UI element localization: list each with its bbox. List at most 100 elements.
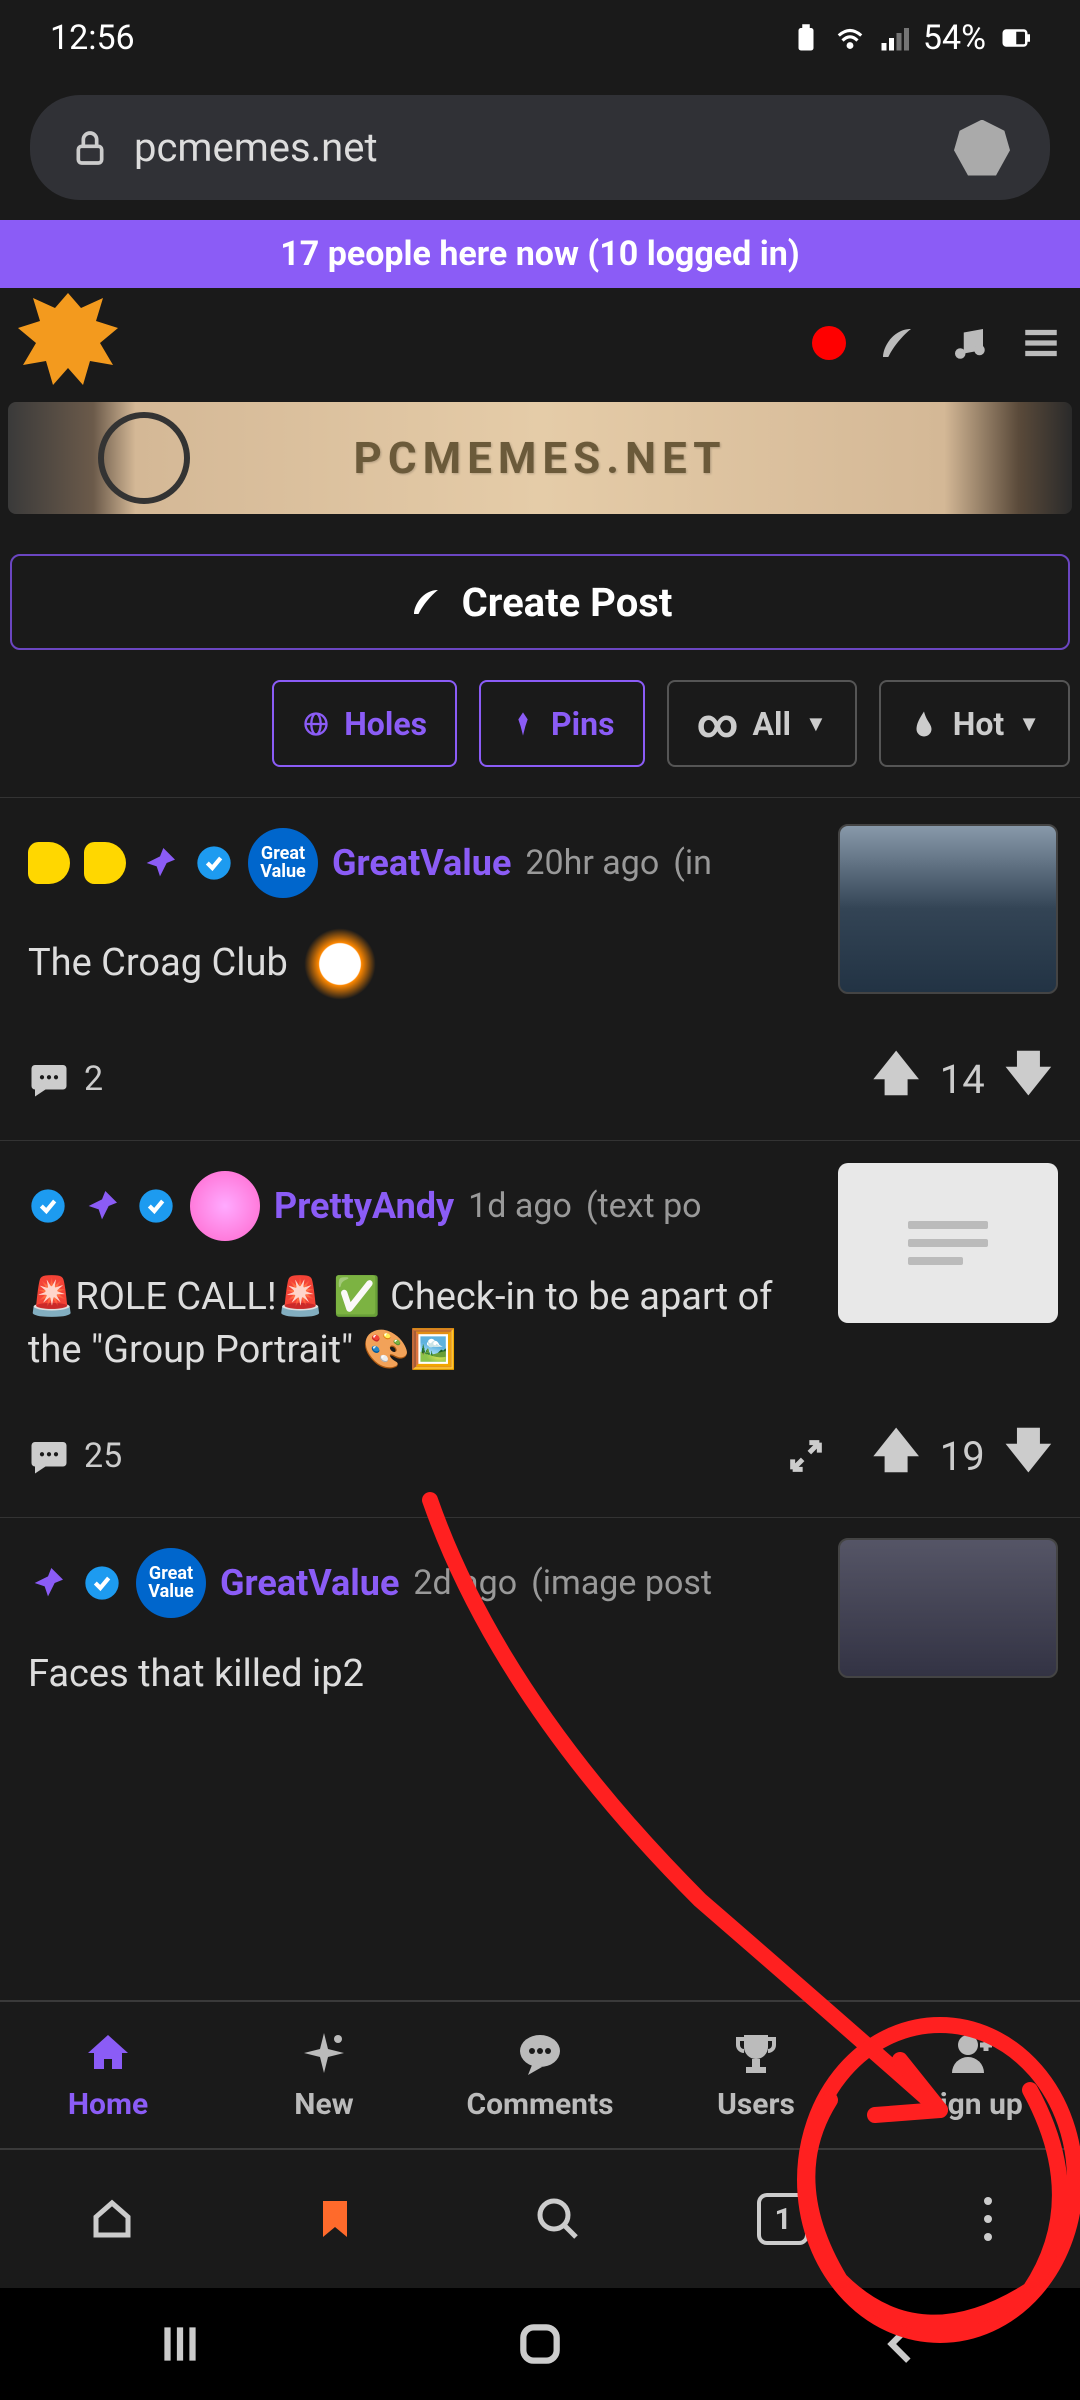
- comment-count[interactable]: 25: [28, 1435, 122, 1477]
- verified-icon: [194, 843, 234, 883]
- search-icon[interactable]: [534, 2195, 582, 2243]
- home-button[interactable]: [515, 2319, 565, 2369]
- create-post-button[interactable]: Create Post: [10, 554, 1070, 650]
- create-post-label: Create Post: [462, 579, 673, 626]
- post-item[interactable]: PrettyAndy 1d ago (text po 🚨ROLE CALL!🚨 …: [0, 1140, 1080, 1517]
- avatar[interactable]: Great Value: [136, 1548, 206, 1618]
- comment-icon: [28, 1435, 70, 1477]
- announce-bar[interactable]: 17 people here now (10 logged in): [0, 220, 1080, 288]
- home-icon: [84, 2029, 132, 2077]
- cat-sticker-icon: [304, 928, 376, 1000]
- battery-percent: 54%: [923, 18, 986, 58]
- avatar[interactable]: [190, 1171, 260, 1241]
- hamburger-menu-icon[interactable]: [1020, 322, 1062, 364]
- back-button[interactable]: [875, 2319, 925, 2369]
- browser-home-icon[interactable]: [88, 2195, 136, 2243]
- chevron-down-icon: ▼: [805, 711, 827, 737]
- holes-label: Holes: [344, 705, 427, 743]
- vote-controls: 🡅 19 🡇: [872, 1417, 1052, 1495]
- live-indicator-icon[interactable]: [812, 326, 846, 360]
- score: 19: [940, 1433, 985, 1480]
- pins-filter-button[interactable]: Pins: [479, 680, 644, 767]
- pin-icon: [509, 710, 537, 738]
- lock-icon: [70, 128, 110, 168]
- upvote-button[interactable]: 🡅: [872, 1417, 919, 1495]
- post-thumbnail[interactable]: [838, 824, 1058, 994]
- comment-icon: [516, 2029, 564, 2077]
- verified-icon: [136, 1186, 176, 1226]
- battery-saver-icon: [791, 23, 821, 53]
- pins-label: Pins: [551, 705, 614, 743]
- brave-lion-icon[interactable]: [954, 120, 1010, 176]
- pin-icon: [140, 843, 180, 883]
- post-author[interactable]: GreatValue: [332, 842, 511, 884]
- feather-icon: [408, 584, 444, 620]
- signal-icon: [879, 23, 909, 53]
- wifi-icon: [835, 23, 865, 53]
- downvote-button[interactable]: 🡇: [1005, 1040, 1052, 1118]
- chevron-down-icon: ▼: [1018, 711, 1040, 737]
- post-item[interactable]: Great Value GreatValue 2d ago (image pos…: [0, 1517, 1080, 1771]
- post-footer: 2 🡅 14 🡇: [28, 1040, 1052, 1118]
- trophy-icon: [732, 2029, 780, 2077]
- more-menu-icon[interactable]: [984, 2197, 992, 2241]
- post-category: (image post: [531, 1563, 712, 1603]
- user-plus-icon: [948, 2029, 996, 2077]
- post-category: (text po: [586, 1186, 702, 1226]
- recents-button[interactable]: [155, 2319, 205, 2369]
- tabs-button[interactable]: 1: [757, 2193, 809, 2245]
- downvote-button[interactable]: 🡇: [1005, 1417, 1052, 1495]
- battery-icon: [1000, 23, 1030, 53]
- post-title[interactable]: 🚨ROLE CALL!🚨 ✅ Check-in to be apart of t…: [28, 1271, 808, 1377]
- post-title[interactable]: The Croag Club: [28, 928, 808, 1000]
- post-time: 2d ago: [413, 1563, 517, 1603]
- infinity-icon: ∞: [697, 700, 739, 747]
- globe-icon: [302, 710, 330, 738]
- tab-new[interactable]: New: [216, 2002, 432, 2148]
- post-title[interactable]: Faces that killed ip2: [28, 1648, 808, 1701]
- tab-signup[interactable]: Sign up: [864, 2002, 1080, 2148]
- tab-users[interactable]: Users: [648, 2002, 864, 2148]
- music-icon[interactable]: [948, 322, 990, 364]
- feather-icon[interactable]: [876, 322, 918, 364]
- status-time: 12:56: [50, 18, 135, 58]
- score: 14: [940, 1056, 985, 1103]
- expand-icon[interactable]: [786, 1436, 826, 1476]
- holes-filter-button[interactable]: Holes: [272, 680, 457, 767]
- post-thumbnail[interactable]: [838, 1163, 1058, 1323]
- post-category: (in: [673, 843, 712, 883]
- all-label: All: [753, 705, 791, 743]
- pin-icon: [82, 1186, 122, 1226]
- pin-icon: [28, 1563, 68, 1603]
- verified-icon: [82, 1563, 122, 1603]
- filter-row: Holes Pins ∞ All ▼ Hot ▼: [0, 680, 1080, 767]
- vote-controls: 🡅 14 🡇: [872, 1040, 1052, 1118]
- url-text: pcmemes.net: [134, 124, 930, 171]
- upvote-button[interactable]: 🡅: [872, 1040, 919, 1118]
- sparkle-icon: [300, 2029, 348, 2077]
- tab-comments[interactable]: Comments: [432, 2002, 648, 2148]
- browser-url-bar[interactable]: pcmemes.net: [30, 95, 1050, 200]
- bookmark-icon[interactable]: [311, 2195, 359, 2243]
- avatar[interactable]: Great Value: [248, 828, 318, 898]
- post-author[interactable]: PrettyAndy: [274, 1185, 454, 1227]
- tab-home[interactable]: Home: [0, 2002, 216, 2148]
- fire-icon: [909, 709, 939, 739]
- site-bottom-tabs: Home New Comments Users Sign up: [0, 2000, 1080, 2150]
- site-logo[interactable]: [18, 293, 118, 393]
- system-nav-bar: [0, 2288, 1080, 2400]
- post-thumbnail[interactable]: [838, 1538, 1058, 1678]
- award-badge-icon: [28, 842, 70, 884]
- site-top-nav: [0, 288, 1080, 398]
- all-filter-button[interactable]: ∞ All ▼: [667, 680, 857, 767]
- status-bar: 12:56 54%: [0, 0, 1080, 75]
- hot-filter-button[interactable]: Hot ▼: [879, 680, 1070, 767]
- post-footer: 25 🡅 19 🡇: [28, 1417, 1052, 1495]
- post-item[interactable]: Great Value GreatValue 20hr ago (in The …: [0, 797, 1080, 1140]
- hot-label: Hot: [953, 705, 1004, 743]
- comment-count[interactable]: 2: [28, 1058, 103, 1100]
- site-banner[interactable]: PCMEMES.NET: [8, 402, 1072, 514]
- award-badge-icon: [84, 842, 126, 884]
- verified-icon: [28, 1186, 68, 1226]
- post-author[interactable]: GreatValue: [220, 1562, 399, 1604]
